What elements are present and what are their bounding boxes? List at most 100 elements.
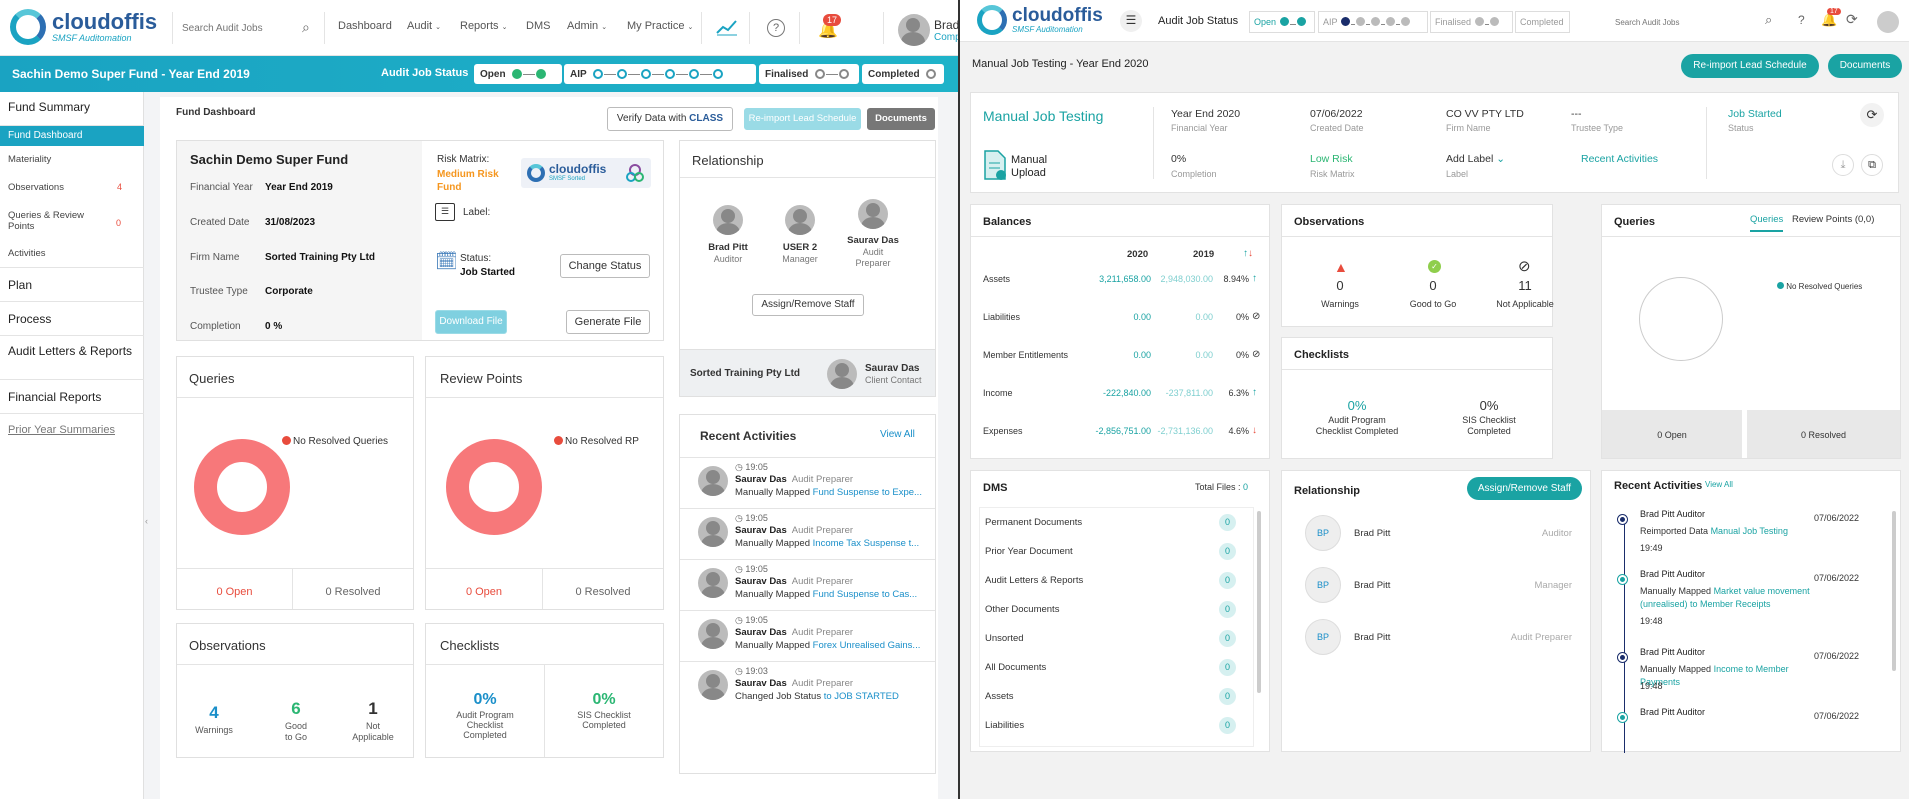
balance-2019[interactable]: -2,731,136.00	[1151, 426, 1213, 436]
reimport-button[interactable]: Re-import Lead Schedule	[1681, 54, 1819, 78]
activity-link[interactable]: Forex Unrealised Gains...	[813, 640, 921, 651]
user-avatar[interactable]	[1877, 11, 1899, 33]
dms-item[interactable]: Permanent Documents 0	[971, 513, 1261, 533]
balance-2020[interactable]: 0.00	[1071, 350, 1151, 360]
review-resolved[interactable]: 0 Resolved	[543, 586, 663, 598]
stage-finalised[interactable]: Finalised	[1430, 11, 1513, 33]
generate-file-button[interactable]: Generate File	[566, 310, 650, 334]
sidebar-activities[interactable]: Activities	[0, 248, 144, 268]
sidebar-process[interactable]: Process	[0, 302, 144, 336]
search-input[interactable]	[1615, 11, 1755, 33]
recent-activities-link[interactable]: Recent Activities	[1581, 153, 1658, 165]
balance-2020[interactable]: 0.00	[1071, 312, 1151, 322]
review-open[interactable]: 0 Open	[426, 586, 542, 598]
user-avatar[interactable]	[898, 14, 930, 46]
assign-remove-staff-button[interactable]: Assign/Remove Staff	[1467, 477, 1582, 500]
activity-link[interactable]: Fund Suspense to Expe...	[813, 487, 922, 498]
search-input[interactable]	[182, 16, 312, 40]
activity-item[interactable]: ◷ 19:05 Saurav Das Audit Preparer Manually …	[680, 610, 935, 661]
nav-admin[interactable]: Admin ⌄	[567, 20, 607, 32]
sidebar-audit-letters[interactable]: Audit Letters & Reports	[0, 336, 144, 380]
sidebar-financial-reports[interactable]: Financial Reports	[0, 380, 144, 414]
dms-item[interactable]: Audit Letters & Reports 0	[971, 571, 1261, 591]
stage-open[interactable]: Open	[1249, 11, 1315, 33]
stage-finalised[interactable]: Finalised	[759, 64, 859, 84]
tab-review-points[interactable]: Review Points (0,0)	[1792, 214, 1874, 225]
nav-dms[interactable]: DMS	[526, 20, 550, 32]
queries-resolved[interactable]: 0 Resolved	[1747, 410, 1900, 458]
logo[interactable]: cloudoffis SMSF Auditomation	[10, 9, 157, 45]
activity-item[interactable]: ◷ 19:05 Saurav Das Audit Preparer Manually …	[680, 559, 935, 610]
dms-item[interactable]: Unsorted 0	[971, 629, 1261, 649]
dms-item[interactable]: Liabilities 0	[971, 716, 1261, 736]
sync-icon[interactable]: ⟳	[1846, 11, 1858, 28]
sidebar-queries[interactable]: Queries & Review Points	[0, 210, 110, 232]
search-icon[interactable]: ⌕	[1765, 12, 1772, 28]
user-name[interactable]: Brad	[934, 18, 958, 32]
balance-2020[interactable]: -2,856,751.00	[1071, 426, 1151, 436]
balance-2020[interactable]: 3,211,658.00	[1071, 274, 1151, 284]
balance-2019[interactable]: -237,811.00	[1151, 388, 1213, 398]
queries-resolved[interactable]: 0 Resolved	[293, 586, 413, 598]
activities-scrollbar[interactable]	[1892, 511, 1896, 671]
sidebar-plan[interactable]: Plan	[0, 268, 144, 302]
documents-button[interactable]: Documents	[1828, 54, 1902, 78]
search-icon[interactable]: ⌕	[302, 19, 310, 36]
stage-open[interactable]: Open	[474, 64, 562, 84]
activity-link[interactable]: Manual Job Testing	[1711, 526, 1788, 536]
reimport-button[interactable]: Re-import Lead Schedule	[744, 108, 861, 130]
nav-reports[interactable]: Reports ⌄	[460, 20, 507, 32]
stage-completed[interactable]: Completed	[1515, 11, 1570, 33]
activity-link[interactable]: Fund Suspense to Cas...	[813, 589, 918, 600]
collapse-icon[interactable]: ‹	[145, 516, 148, 526]
nav-audit[interactable]: Audit ⌄	[407, 20, 441, 32]
balance-2020[interactable]: -222,840.00	[1071, 388, 1151, 398]
download-icon[interactable]: ⤓	[1832, 154, 1854, 176]
refresh-icon[interactable]: ⟳	[1860, 103, 1884, 127]
balance-2019[interactable]: 0.00	[1151, 312, 1213, 322]
activity-item[interactable]: ◷ 19:03 Saurav Das Audit Preparer Changed J…	[680, 661, 935, 712]
copy-icon[interactable]: ⧉	[1861, 154, 1883, 176]
sidebar-fund-summary[interactable]: Fund Summary	[0, 92, 144, 126]
sidebar-fund-dashboard[interactable]: Fund Dashboard	[0, 126, 144, 146]
dms-item[interactable]: Prior Year Document 0	[971, 542, 1261, 562]
tab-queries[interactable]: Queries	[1750, 214, 1784, 232]
chart-icon[interactable]	[716, 18, 738, 36]
dms-item[interactable]: All Documents 0	[971, 658, 1261, 678]
sidebar-materiality[interactable]: Materiality	[0, 154, 144, 165]
dms-item[interactable]: Other Documents 0	[971, 600, 1261, 620]
view-all-link[interactable]: View All	[880, 429, 915, 440]
view-all-link[interactable]: View All	[1705, 480, 1733, 489]
assign-remove-staff-button[interactable]: Assign/Remove Staff	[752, 294, 864, 316]
documents-button[interactable]: Documents	[867, 108, 935, 130]
trend-icon: ↑	[1252, 273, 1257, 284]
help-icon[interactable]: ?	[767, 19, 785, 37]
queries-open[interactable]: 0 Open	[177, 586, 292, 598]
download-file-button[interactable]: Download File	[435, 310, 507, 334]
stage-aip[interactable]: AIP	[564, 64, 756, 84]
activity-link[interactable]: to JOB STARTED	[824, 691, 899, 702]
add-label-button[interactable]: Add Label ⌄	[1446, 153, 1505, 165]
activity-item[interactable]: Brad Pitt Auditor 07/06/2022 Manually Mapp…	[1602, 569, 1892, 639]
activity-link[interactable]: Income Tax Suspense t...	[813, 538, 920, 549]
verify-data-button[interactable]: Verify Data with CLASS	[607, 107, 733, 131]
nav-dashboard[interactable]: Dashboard	[338, 20, 392, 32]
activity-item[interactable]: Brad Pitt Auditor 07/06/2022	[1602, 707, 1892, 777]
activity-item[interactable]: ◷ 19:05 Saurav Das Audit Preparer Manually …	[680, 457, 935, 508]
sort-icon[interactable]: ↑↓	[1243, 248, 1253, 259]
balance-2019[interactable]: 2,948,030.00	[1151, 274, 1213, 284]
activity-item[interactable]: ◷ 19:05 Saurav Das Audit Preparer Manually …	[680, 508, 935, 559]
sidebar-observations[interactable]: Observations 4	[0, 182, 144, 193]
help-icon[interactable]: ?	[1798, 13, 1805, 27]
sidebar-prior-year[interactable]: Prior Year Summaries	[0, 424, 144, 436]
menu-icon[interactable]: ☰	[1120, 10, 1142, 32]
stage-aip[interactable]: AIP	[1318, 11, 1428, 33]
stage-completed[interactable]: Completed	[862, 64, 944, 84]
logo[interactable]: cloudoffis SMSF Auditomation	[977, 5, 1103, 35]
balance-2019[interactable]: 0.00	[1151, 350, 1213, 360]
balance-pct: 0%	[1235, 312, 1249, 322]
nav-my-practice[interactable]: My Practice ⌄	[627, 20, 693, 32]
queries-open[interactable]: 0 Open	[1602, 410, 1742, 458]
dms-item[interactable]: Assets 0	[971, 687, 1261, 707]
change-status-button[interactable]: Change Status	[560, 254, 650, 278]
